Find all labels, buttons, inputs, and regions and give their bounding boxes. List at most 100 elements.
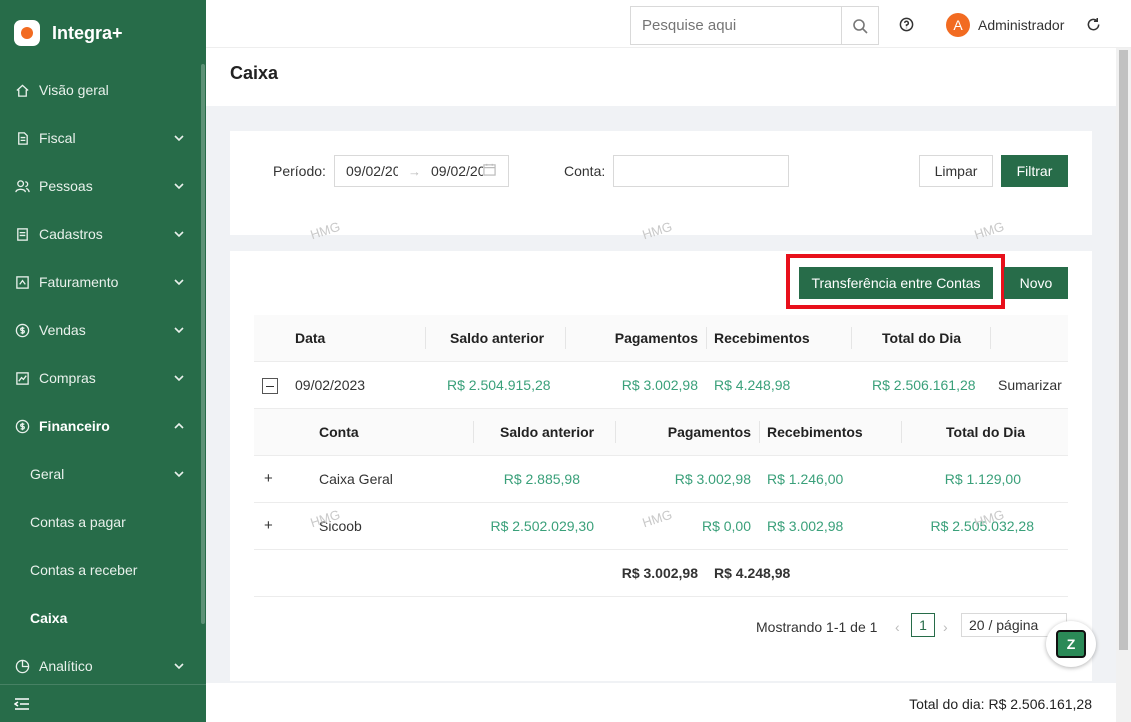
menu-fold-icon	[14, 697, 29, 710]
people-icon	[14, 178, 30, 194]
transfer-button[interactable]: Transferência entre Contas	[799, 267, 993, 299]
filter-button[interactable]: Filtrar	[1001, 155, 1068, 187]
list-icon	[14, 226, 30, 242]
date-range-picker[interactable]: 09/02/2023 → 09/02/2023	[334, 155, 509, 187]
next-page-button[interactable]: ›	[943, 619, 948, 635]
avatar[interactable]: A	[946, 13, 970, 37]
sumarizar-link[interactable]: Sumarizar	[998, 362, 1062, 408]
chevron-down-icon	[174, 466, 184, 482]
page-header: Caixa	[206, 48, 1116, 106]
sidebar-item-label: Faturamento	[39, 274, 119, 290]
sub-recebimentos: R$ 3.002,98	[767, 518, 844, 534]
sidebar-item-faturamento[interactable]: Faturamento	[0, 258, 206, 306]
sidebar-item-pessoas[interactable]: Pessoas	[0, 162, 206, 210]
col-total-dia[interactable]: Total do Dia	[946, 409, 1025, 455]
search-box	[630, 6, 879, 45]
row-pagamentos: R$ 3.002,98	[621, 377, 698, 393]
chevron-down-icon	[174, 661, 184, 671]
sum-pagamentos: R$ 3.002,98	[621, 565, 698, 581]
date-end[interactable]: 09/02/2023	[431, 163, 483, 179]
watermark: HMG	[640, 218, 674, 243]
collapse-sidebar-button[interactable]	[0, 684, 206, 722]
sidebar-item-label: Vendas	[39, 322, 86, 338]
top-header: A Administrador	[206, 0, 1131, 48]
periodo-label: Período:	[273, 163, 326, 179]
sidebar-item-label: Geral	[30, 466, 65, 482]
sidebar-subitem-contas-a-pagar[interactable]: Contas a pagar	[0, 498, 206, 546]
collapse-row-button[interactable]	[262, 378, 278, 394]
table-header: Data Saldo anterior Pagamentos Recebimen…	[254, 315, 1068, 362]
sidebar-item-label: Visão geral	[39, 82, 109, 98]
search-button[interactable]	[841, 7, 878, 44]
date-start[interactable]: 09/02/2023	[346, 163, 398, 179]
col-total-dia[interactable]: Total do Dia	[882, 315, 961, 361]
sidebar-item-compras[interactable]: Compras	[0, 354, 206, 402]
table-row: + Caixa Geral R$ 2.885,98 R$ 3.002,98 R$…	[254, 456, 1068, 503]
chevron-down-icon	[174, 373, 184, 383]
chevron-down-icon	[174, 133, 184, 143]
sidebar-subitem-geral[interactable]: Geral	[0, 450, 206, 498]
sub-recebimentos: R$ 1.246,00	[767, 471, 844, 487]
brand[interactable]: Integra+	[0, 0, 206, 66]
sidebar-item-visao-geral[interactable]: Visão geral	[0, 66, 206, 114]
page-title: Caixa	[230, 63, 279, 83]
chart-icon	[14, 370, 30, 386]
table-row: 09/02/2023 R$ 2.504.915,28 R$ 3.002,98 R…	[254, 362, 1068, 409]
page-scrollbar[interactable]	[1116, 48, 1131, 722]
calendar-icon	[483, 163, 496, 179]
support-badge[interactable]: Z	[1046, 621, 1096, 667]
sidebar-item-fiscal[interactable]: Fiscal	[0, 114, 206, 162]
sidebar-item-analitico[interactable]: Analítico	[0, 642, 206, 690]
col-pagamentos[interactable]: Pagamentos	[594, 315, 698, 361]
chevron-down-icon	[174, 181, 184, 191]
search-icon	[853, 18, 868, 34]
conta-label: Conta:	[564, 163, 606, 179]
row-recebimentos: R$ 4.248,98	[714, 377, 791, 393]
col-data[interactable]: Data	[295, 315, 325, 361]
expand-row-button[interactable]: +	[264, 470, 273, 487]
sidebar-scrollbar[interactable]	[201, 64, 205, 624]
chevron-down-icon	[174, 325, 184, 335]
col-pagamentos[interactable]: Pagamentos	[647, 409, 751, 455]
sidebar-item-label: Compras	[39, 370, 96, 386]
new-button[interactable]: Novo	[1004, 267, 1068, 299]
user-name[interactable]: Administrador	[978, 17, 1064, 33]
pagination-info: Mostrando 1-1 de 1	[756, 619, 878, 635]
conta-select[interactable]	[613, 155, 789, 187]
sum-recebimentos: R$ 4.248,98	[714, 565, 791, 581]
arrow-right-icon: →	[408, 163, 421, 179]
watermark: HMG	[972, 218, 1006, 243]
subtable-header: Conta Saldo anterior Pagamentos Recebime…	[254, 409, 1068, 456]
home-icon	[14, 82, 30, 98]
sidebar-item-label: Financeiro	[39, 418, 110, 434]
sidebar-subitem-caixa[interactable]: Caixa	[0, 594, 206, 642]
sidebar-item-label: Cadastros	[39, 226, 103, 242]
page-1-button[interactable]: 1	[911, 613, 935, 637]
prev-page-button[interactable]: ‹	[895, 619, 900, 635]
sub-total: R$ 1.129,00	[944, 471, 1021, 487]
logo-icon	[14, 20, 40, 46]
refresh-icon[interactable]	[1086, 17, 1101, 32]
col-saldo-anterior[interactable]: Saldo anterior	[450, 315, 544, 361]
app-logo-icon: Z	[1056, 630, 1086, 658]
help-icon[interactable]	[899, 17, 914, 32]
chevron-up-icon	[174, 421, 184, 431]
clear-button[interactable]: Limpar	[919, 155, 993, 187]
col-saldo-anterior[interactable]: Saldo anterior	[500, 409, 594, 455]
sidebar-item-cadastros[interactable]: Cadastros	[0, 210, 206, 258]
caixa-card: Transferência entre Contas Novo Data Sal…	[230, 251, 1092, 681]
pie-chart-icon	[14, 658, 30, 674]
conta-name: Caixa Geral	[319, 471, 393, 487]
search-input[interactable]	[631, 7, 841, 44]
sidebar-item-label: Caixa	[30, 610, 68, 626]
sidebar-item-vendas[interactable]: Vendas	[0, 306, 206, 354]
watermark: HMG	[308, 218, 342, 243]
chevron-down-icon	[174, 277, 184, 287]
col-conta[interactable]: Conta	[319, 409, 359, 455]
summary-row: R$ 3.002,98 R$ 4.248,98	[254, 550, 1068, 597]
expand-row-button[interactable]: +	[264, 517, 273, 534]
sidebar-item-financeiro[interactable]: Financeiro	[0, 402, 206, 450]
sidebar-subitem-contas-a-receber[interactable]: Contas a receber	[0, 546, 206, 594]
col-recebimentos[interactable]: Recebimentos	[767, 409, 863, 455]
col-recebimentos[interactable]: Recebimentos	[714, 315, 810, 361]
